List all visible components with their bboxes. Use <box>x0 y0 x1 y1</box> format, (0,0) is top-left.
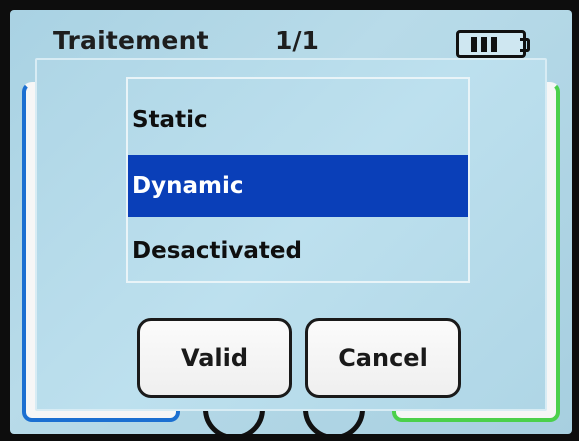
mode-selection-dialog: Static Dynamic Desactivated Valid Cancel <box>35 58 547 411</box>
list-item-dynamic[interactable]: Dynamic <box>128 155 468 217</box>
screen: Traitement 1/1 Static Dynamic Desactivat… <box>10 10 572 434</box>
page-title: Traitement <box>53 26 209 55</box>
battery-icon <box>456 30 526 58</box>
valid-button-label: Valid <box>180 344 249 372</box>
list-item-label: Dynamic <box>132 173 244 199</box>
list-item-desactivated[interactable]: Desactivated <box>128 220 468 282</box>
list-item-label: Static <box>132 107 208 133</box>
cancel-button[interactable]: Cancel <box>305 318 461 398</box>
cancel-button-label: Cancel <box>338 344 428 372</box>
battery-tip-icon <box>520 38 530 52</box>
battery-level-bars <box>471 37 497 52</box>
valid-button[interactable]: Valid <box>137 318 292 398</box>
list-item-static[interactable]: Static <box>128 89 468 151</box>
device-frame: Traitement 1/1 Static Dynamic Desactivat… <box>0 0 579 441</box>
header-bar: Traitement 1/1 <box>10 10 572 62</box>
mode-listbox[interactable]: Static Dynamic Desactivated <box>126 77 470 283</box>
page-indicator: 1/1 <box>275 26 319 55</box>
list-item-label: Desactivated <box>132 238 302 264</box>
